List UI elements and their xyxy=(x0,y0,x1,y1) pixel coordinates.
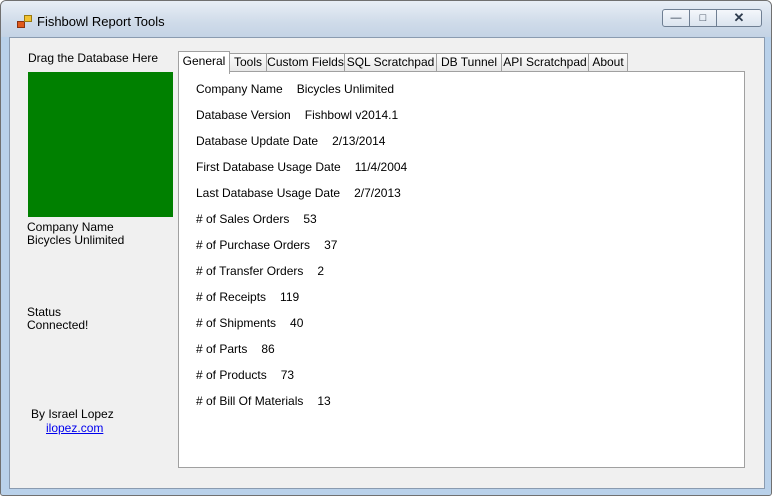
info-value: 53 xyxy=(303,212,317,226)
info-label: # of Parts xyxy=(196,342,248,356)
info-row-company-name: Company Name Bicycles Unlimited xyxy=(196,82,394,96)
app-window: Fishbowl Report Tools — □ ✕ Drag the Dat… xyxy=(0,0,772,496)
info-value: 2 xyxy=(317,264,325,278)
info-row-shipments: # of Shipments 40 xyxy=(196,316,303,330)
info-value: Bicycles Unlimited xyxy=(296,82,395,96)
info-label: Database Version xyxy=(196,108,291,122)
info-value: 13 xyxy=(317,394,331,408)
tab-general[interactable]: General xyxy=(178,51,230,74)
drop-label: Drag the Database Here xyxy=(28,51,159,65)
tab-sql-scratchpad[interactable]: SQL Scratchpad xyxy=(344,53,437,72)
tab-db-tunnel[interactable]: DB Tunnel xyxy=(436,53,502,72)
info-row-products: # of Products 73 xyxy=(196,368,294,382)
info-row-purchase-orders: # of Purchase Orders 37 xyxy=(196,238,337,252)
tab-about[interactable]: About xyxy=(588,53,628,72)
author-link[interactable]: ilopez.com xyxy=(46,422,103,435)
info-row-database-update-date: Database Update Date 2/13/2014 xyxy=(196,134,385,148)
general-panel: Company Name Bicycles Unlimited Database … xyxy=(178,71,745,468)
tab-api-scratchpad[interactable]: API Scratchpad xyxy=(501,53,589,72)
company-name-value: Bicycles Unlimited xyxy=(27,233,125,247)
info-label: # of Bill Of Materials xyxy=(196,394,304,408)
close-icon: ✕ xyxy=(733,10,745,25)
info-row-database-version: Database Version Fishbowl v2014.1 xyxy=(196,108,398,122)
window-title: Fishbowl Report Tools xyxy=(37,14,165,29)
info-value: 119 xyxy=(280,290,300,304)
author-label: By Israel Lopez xyxy=(31,407,114,421)
app-icon xyxy=(17,15,32,28)
info-value: 2/7/2013 xyxy=(354,186,401,200)
info-row-receipts: # of Receipts 119 xyxy=(196,290,299,304)
database-drop-zone[interactable] xyxy=(28,72,173,217)
minimize-icon: — xyxy=(670,12,682,24)
close-button[interactable]: ✕ xyxy=(717,9,762,27)
client-area: Drag the Database Here Company Name Bicy… xyxy=(9,37,765,489)
info-row-first-usage-date: First Database Usage Date 11/4/2004 xyxy=(196,160,407,174)
info-label: # of Receipts xyxy=(196,290,267,304)
info-row-parts: # of Parts 86 xyxy=(196,342,275,356)
maximize-icon: □ xyxy=(699,12,707,24)
info-value: 86 xyxy=(261,342,275,356)
window-controls: — □ ✕ xyxy=(662,9,762,28)
info-label: # of Transfer Orders xyxy=(196,264,304,278)
tab-custom-fields[interactable]: Custom Fields xyxy=(266,53,345,72)
info-label: # of Sales Orders xyxy=(196,212,290,226)
info-label: Company Name xyxy=(196,82,283,96)
tab-tools[interactable]: Tools xyxy=(229,53,267,72)
title-bar[interactable]: Fishbowl Report Tools — □ ✕ xyxy=(1,1,771,37)
info-label: # of Purchase Orders xyxy=(196,238,311,252)
info-value: Fishbowl v2014.1 xyxy=(304,108,399,122)
info-label: # of Products xyxy=(196,368,267,382)
info-value: 2/13/2014 xyxy=(332,134,386,148)
info-label: First Database Usage Date xyxy=(196,160,341,174)
info-label: Last Database Usage Date xyxy=(196,186,341,200)
info-value: 11/4/2004 xyxy=(354,160,408,174)
info-label: # of Shipments xyxy=(196,316,277,330)
info-row-sales-orders: # of Sales Orders 53 xyxy=(196,212,317,226)
status-value: Connected! xyxy=(27,318,89,332)
info-value: 73 xyxy=(280,368,295,382)
maximize-button[interactable]: □ xyxy=(690,9,717,27)
info-value: 37 xyxy=(324,238,338,252)
info-row-bill-of-materials: # of Bill Of Materials 13 xyxy=(196,394,331,408)
info-value: 40 xyxy=(290,316,304,330)
info-row-transfer-orders: # of Transfer Orders 2 xyxy=(196,264,324,278)
info-row-last-usage-date: Last Database Usage Date 2/7/2013 xyxy=(196,186,401,200)
info-label: Database Update Date xyxy=(196,134,319,148)
minimize-button[interactable]: — xyxy=(662,9,690,27)
